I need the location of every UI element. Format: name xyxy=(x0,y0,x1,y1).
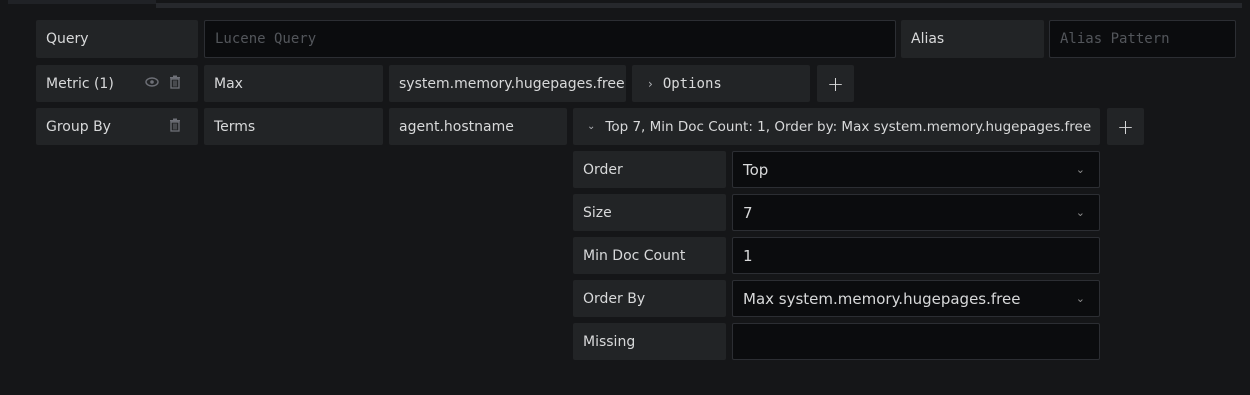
query-label: Query xyxy=(36,20,198,58)
tab-strip xyxy=(0,0,1250,8)
order-by-select[interactable]: Max system.memory.hugepages.free ⌄ xyxy=(732,280,1100,317)
metric-label-text: Metric (1) xyxy=(46,75,114,92)
chevron-down-icon: ⌄ xyxy=(1075,292,1085,305)
metric-options-toggle[interactable]: › Options xyxy=(632,65,810,102)
missing-label: Missing xyxy=(573,323,726,360)
lucene-query-input[interactable] xyxy=(204,20,896,58)
missing-input[interactable] xyxy=(732,323,1100,360)
group-by-label-text: Group By xyxy=(46,118,111,135)
order-select-value: Top xyxy=(743,160,769,179)
tab-strip-line xyxy=(156,3,1242,8)
active-tab-indicator[interactable] xyxy=(8,0,156,4)
eye-icon[interactable] xyxy=(145,75,159,93)
chevron-right-icon: › xyxy=(648,76,653,91)
chevron-down-icon: ⌄ xyxy=(1075,206,1085,219)
chevron-down-icon: ⌄ xyxy=(587,121,596,132)
size-label: Size xyxy=(573,194,726,231)
group-by-field-select[interactable]: agent.hostname xyxy=(389,108,567,145)
group-by-settings-toggle[interactable]: ⌄ Top 7, Min Doc Count: 1, Order by: Max… xyxy=(573,108,1100,145)
alias-label: Alias xyxy=(901,20,1044,58)
trash-icon[interactable] xyxy=(169,118,181,136)
lucene-query-field[interactable] xyxy=(215,31,895,47)
trash-icon[interactable] xyxy=(169,75,181,93)
size-select[interactable]: 7 ⌄ xyxy=(732,194,1100,231)
order-label: Order xyxy=(573,151,726,188)
metric-type-select[interactable]: Max xyxy=(204,65,383,102)
order-by-label: Order By xyxy=(573,280,726,317)
chevron-down-icon: ⌄ xyxy=(1075,163,1085,176)
group-by-summary: Top 7, Min Doc Count: 1, Order by: Max s… xyxy=(605,118,1092,135)
size-select-value: 7 xyxy=(743,203,753,222)
add-group-by-button[interactable]: + xyxy=(1107,108,1144,145)
options-label: Options xyxy=(662,75,722,92)
alias-pattern-input[interactable] xyxy=(1049,20,1236,58)
alias-pattern-field[interactable] xyxy=(1060,31,1235,47)
metric-field-select[interactable]: system.memory.hugepages.free xyxy=(389,65,626,102)
min-doc-count-label: Min Doc Count xyxy=(573,237,726,274)
group-by-type-select[interactable]: Terms xyxy=(204,108,383,145)
add-metric-button[interactable]: + xyxy=(817,65,854,102)
order-select[interactable]: Top ⌄ xyxy=(732,151,1100,188)
order-by-select-value: Max system.memory.hugepages.free xyxy=(743,289,1021,308)
min-doc-count-input[interactable]: 1 xyxy=(732,237,1100,274)
